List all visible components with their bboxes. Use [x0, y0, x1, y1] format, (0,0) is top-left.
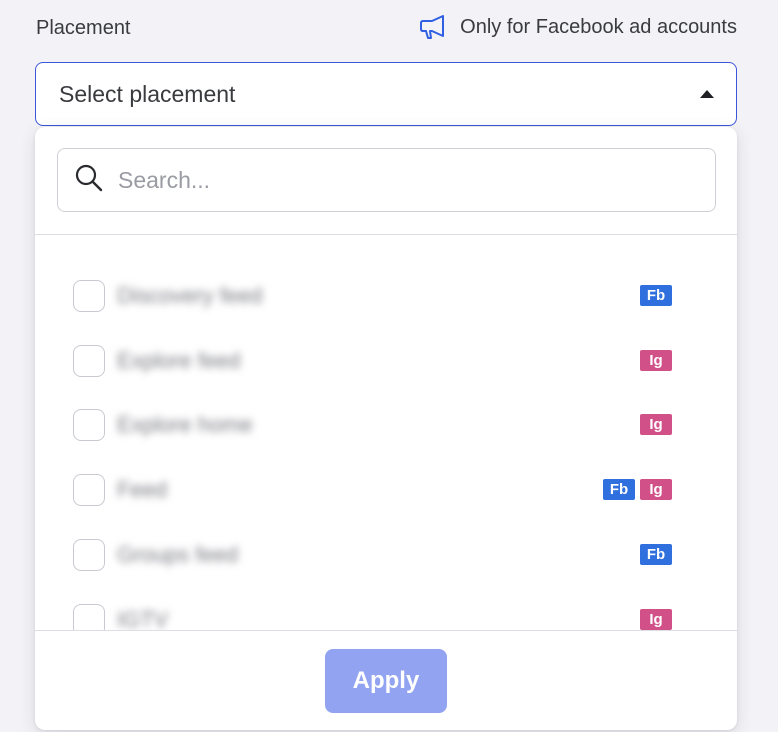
facebook-badge: Fb [640, 544, 672, 565]
list-item[interactable]: Explore home Ig [35, 394, 737, 458]
placement-options-list[interactable]: Discovery feed Fb Explore feed Ig Explor… [35, 235, 737, 630]
option-label: IGTV [117, 607, 169, 630]
platform-badges: Fb [640, 285, 672, 306]
option-label: Explore home [117, 412, 253, 437]
instagram-badge: Ig [640, 609, 672, 630]
checkbox[interactable] [73, 604, 105, 630]
caret-up-icon [700, 90, 714, 98]
list-item[interactable]: Explore feed Ig [35, 330, 737, 394]
option-label: Discovery feed [117, 283, 263, 308]
option-label: Groups feed [117, 542, 239, 567]
apply-button[interactable]: Apply [325, 649, 447, 713]
list-item[interactable]: Groups feed Fb [35, 524, 737, 588]
search-icon [74, 163, 104, 198]
checkbox[interactable] [73, 474, 105, 506]
search-box[interactable] [57, 148, 716, 212]
placement-dropdown-panel: Discovery feed Fb Explore feed Ig Explor… [35, 127, 737, 730]
checkbox[interactable] [73, 539, 105, 571]
list-item[interactable]: Feed Fb Ig [35, 459, 737, 523]
list-item[interactable]: IGTV Ig [35, 589, 737, 630]
placement-select[interactable]: Select placement [35, 62, 737, 126]
facebook-only-notice: Only for Facebook ad accounts [418, 14, 737, 40]
option-label: Explore feed [117, 348, 241, 373]
select-value: Select placement [59, 80, 236, 107]
instagram-badge: Ig [640, 350, 672, 371]
platform-badges: Ig [640, 609, 672, 630]
platform-badges: Ig [640, 350, 672, 371]
divider [35, 630, 737, 631]
placement-label: Placement [36, 17, 131, 39]
search-input[interactable] [118, 166, 678, 194]
instagram-badge: Ig [640, 479, 672, 500]
facebook-badge: Fb [603, 479, 635, 500]
instagram-badge: Ig [640, 414, 672, 435]
platform-badges: Fb [640, 544, 672, 565]
option-label: Feed [117, 477, 168, 502]
platform-badges: Ig [640, 414, 672, 435]
platform-badges: Fb Ig [603, 479, 672, 500]
list-item[interactable]: Discovery feed Fb [35, 265, 737, 329]
checkbox[interactable] [73, 280, 105, 312]
megaphone-icon [418, 14, 448, 40]
notice-text: Only for Facebook ad accounts [460, 15, 737, 38]
facebook-badge: Fb [640, 285, 672, 306]
checkbox[interactable] [73, 345, 105, 377]
checkbox[interactable] [73, 409, 105, 441]
